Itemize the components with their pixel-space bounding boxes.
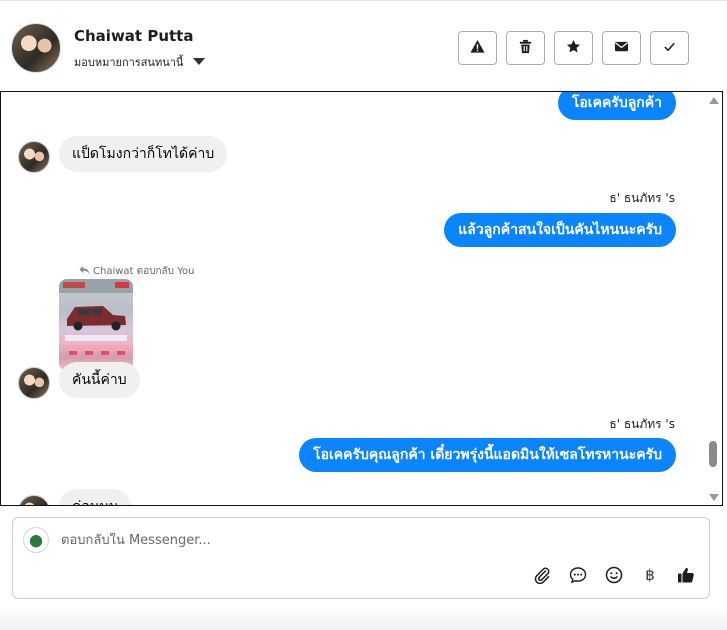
sender-name: ธ' ธนภัทร 's: [609, 417, 675, 431]
sender-name: ธ' ธนภัทร 's: [609, 191, 675, 205]
contact-avatar: [18, 495, 50, 505]
reply-composer: ฿: [12, 517, 710, 599]
contact-avatar[interactable]: [11, 23, 61, 73]
reply-note-text: Chaiwat ตอบกลับ You: [93, 266, 195, 277]
trash-icon: [518, 39, 533, 58]
like-icon[interactable]: [677, 566, 695, 584]
warning-icon: [470, 39, 485, 58]
assign-conversation-dropdown[interactable]: มอบหมายการสนทนานี้: [74, 53, 206, 71]
assign-label: มอบหมายการสนทนานี้: [74, 56, 184, 69]
message-thread[interactable]: โอเคครับลูกค้า แป็ดโมงกว่าก็โทได้ค่าบ ธ'…: [0, 91, 723, 506]
outgoing-message: โอเคครับคุณลูกค้า เดี๋ยวพรุ่งนี้แอดมินให…: [299, 438, 676, 472]
composer-toolbar: ฿: [533, 566, 695, 584]
thread-scrollbar[interactable]: [707, 94, 720, 504]
envelope-icon: [614, 39, 629, 58]
scroll-up-icon[interactable]: [709, 97, 719, 104]
check-icon: [662, 39, 677, 58]
contact-avatar: [18, 367, 50, 399]
incoming-message: ค่อนนน: [59, 489, 132, 505]
emoji-icon[interactable]: [605, 566, 623, 584]
page-avatar: [23, 527, 49, 553]
delete-button[interactable]: [506, 31, 545, 65]
baht-icon[interactable]: ฿: [641, 566, 659, 584]
messenger-inbox: Chaiwat Putta มอบหมายการสนทนานี้ โอเคครั…: [0, 0, 727, 630]
mark-unread-button[interactable]: [602, 31, 641, 65]
car-thumbnail-icon: [59, 279, 133, 355]
star-icon: [566, 39, 581, 58]
reply-arrow-icon: [79, 265, 90, 278]
attachment-icon[interactable]: [533, 566, 551, 584]
scrollbar-thumb[interactable]: [709, 441, 717, 467]
conversation-header: Chaiwat Putta มอบหมายการสนทนานี้: [0, 0, 727, 92]
star-button[interactable]: [554, 31, 593, 65]
reply-indicator: Chaiwat ตอบกลับ You: [79, 264, 194, 279]
outgoing-message: โอเคครับลูกค้า: [557, 92, 676, 120]
composer-area: ฿: [0, 506, 727, 630]
reply-input[interactable]: [61, 533, 661, 548]
contact-avatar: [18, 141, 50, 173]
contact-name[interactable]: Chaiwat Putta: [74, 27, 193, 45]
caret-down-icon: [193, 57, 206, 65]
replied-car-image[interactable]: [59, 279, 133, 371]
saved-reply-icon[interactable]: [569, 566, 587, 584]
outgoing-message: แล้วลูกค้าสนใจเป็นคันไหนนะครับ: [444, 213, 676, 247]
incoming-message: คันนี้ค่าบ: [59, 362, 140, 398]
scroll-down-icon[interactable]: [709, 494, 719, 501]
report-button[interactable]: [458, 31, 497, 65]
incoming-message: แป็ดโมงกว่าก็โทได้ค่าบ: [59, 136, 228, 172]
mark-done-button[interactable]: [650, 31, 689, 65]
